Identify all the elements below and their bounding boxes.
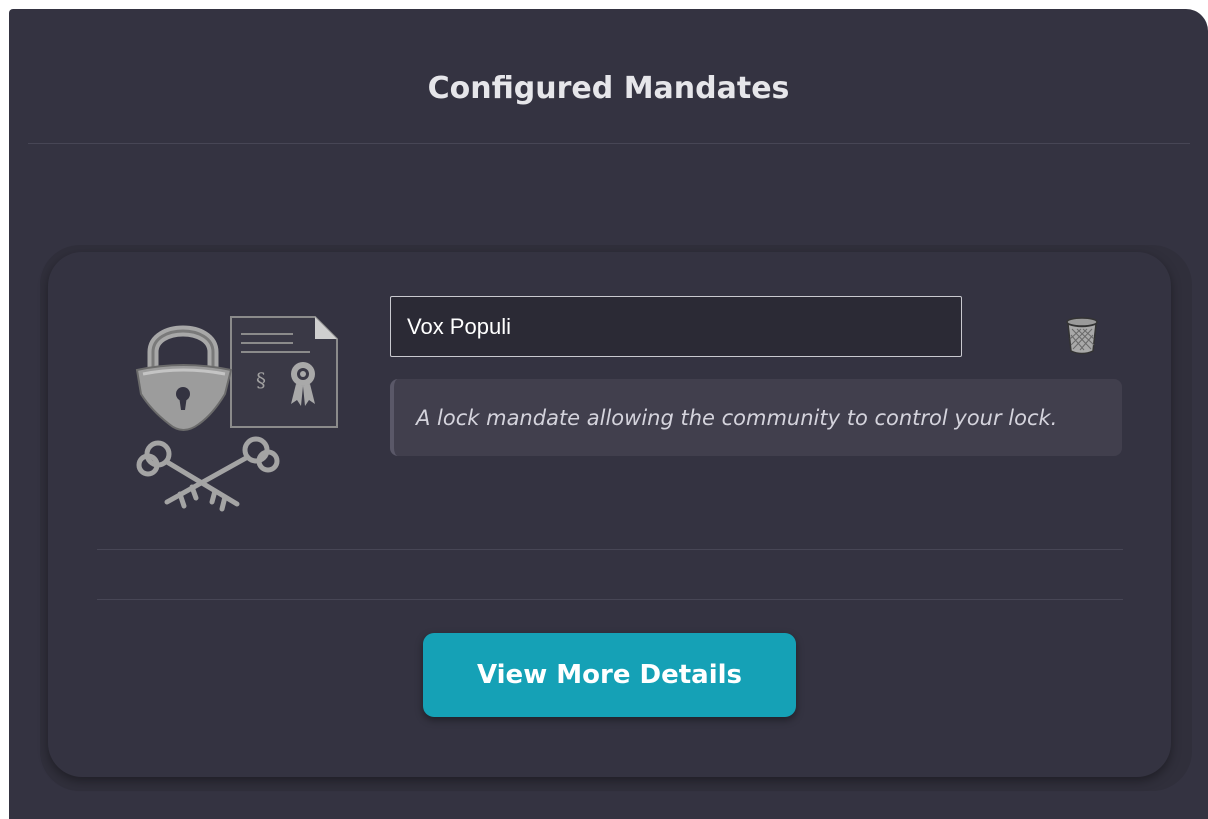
svg-text:§: § [256,368,266,392]
card-divider-bottom [97,599,1123,600]
mandate-name-input[interactable] [390,296,962,357]
lock-mandate-icon: § [135,316,338,512]
panel-title: Configured Mandates [427,71,790,106]
card-divider-top [97,549,1123,550]
document-icon: § [230,316,338,428]
mandates-panel: Configured Mandates § Vox Populi A lock … [9,9,1208,819]
mandate-description: A lock mandate allowing the community to… [390,379,1122,456]
trash-icon[interactable] [1064,315,1100,355]
title-divider [28,143,1190,144]
view-more-details-button[interactable]: View More Details [423,633,796,717]
